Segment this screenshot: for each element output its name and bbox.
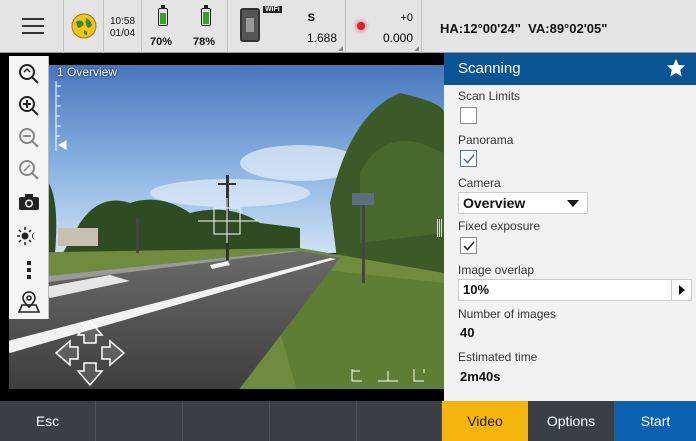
instrument-mode: S bbox=[307, 12, 315, 24]
coordinate-system-button[interactable] bbox=[64, 0, 104, 53]
check-icon bbox=[463, 154, 475, 164]
target-status[interactable]: +0 0.000 bbox=[346, 0, 422, 53]
camera-toolbar bbox=[9, 56, 49, 319]
instrument-status[interactable]: WiFi S 1.688 bbox=[228, 0, 346, 53]
zoom-to-fit-button[interactable] bbox=[9, 56, 49, 92]
panel-resize-handle[interactable] bbox=[437, 219, 442, 237]
corner-indicator bbox=[414, 46, 419, 51]
angle-readout: HA:12°00'24" VA:89°02'05" bbox=[440, 21, 608, 36]
bottom-action-bar: Esc Video Options Start bbox=[0, 401, 696, 441]
zoom-to-fit-icon bbox=[19, 64, 39, 84]
red-dot-target-icon bbox=[357, 22, 365, 30]
fixed-exposure-label: Fixed exposure bbox=[458, 219, 541, 233]
scan-limits-label: Scan Limits bbox=[458, 89, 521, 103]
panorama-label: Panorama bbox=[458, 133, 514, 147]
camera-select[interactable]: Overview bbox=[458, 192, 588, 214]
globe-icon bbox=[71, 13, 97, 39]
wifi-badge: WiFi bbox=[263, 6, 282, 13]
battery-1-percent: 70% bbox=[150, 36, 173, 48]
camera-label: Camera bbox=[458, 176, 501, 190]
corner-indicator bbox=[338, 46, 343, 51]
menu-button[interactable] bbox=[0, 0, 64, 53]
zoom-in-button[interactable] bbox=[9, 88, 49, 124]
image-overlap-label: Image overlap bbox=[458, 263, 535, 277]
dropdown-arrow-icon bbox=[567, 200, 579, 207]
battery-icon bbox=[158, 5, 168, 26]
zoom-out-button[interactable] bbox=[9, 120, 49, 156]
brightness-icon bbox=[17, 227, 36, 245]
number-of-images-label: Number of images bbox=[458, 307, 557, 321]
zoom-out-icon bbox=[19, 128, 39, 148]
scanning-panel: Scanning Scan Limits Panorama Camera Ove… bbox=[444, 53, 696, 401]
video-button[interactable]: Video bbox=[442, 401, 528, 441]
battery-icon bbox=[201, 5, 211, 26]
empty-softkey[interactable] bbox=[96, 401, 183, 441]
estimated-time-value: 2m40s bbox=[460, 369, 501, 384]
target-offset: +0 bbox=[400, 12, 413, 24]
image-overlap-field[interactable]: 10% bbox=[458, 279, 692, 301]
scan-limits-checkbox[interactable] bbox=[460, 107, 477, 124]
chevron-right-icon[interactable] bbox=[671, 280, 691, 300]
zoom-in-icon bbox=[19, 96, 39, 116]
battery-2[interactable]: 78% bbox=[188, 0, 228, 53]
hamburger-menu-icon bbox=[22, 18, 44, 34]
instrument-value: 1.688 bbox=[306, 31, 337, 45]
number-of-images-value: 40 bbox=[460, 325, 475, 340]
camera-button[interactable] bbox=[9, 184, 49, 220]
empty-softkey[interactable] bbox=[183, 401, 270, 441]
options-button[interactable]: Options bbox=[528, 401, 615, 441]
more-icon bbox=[27, 261, 31, 279]
battery-2-percent: 78% bbox=[193, 36, 216, 48]
total-station-icon bbox=[240, 8, 260, 42]
date-text: 01/04 bbox=[109, 28, 136, 39]
panel-title: Scanning bbox=[458, 60, 521, 77]
estimated-time-label: Estimated time bbox=[458, 350, 538, 364]
image-overlap-value: 10% bbox=[463, 282, 490, 297]
start-button[interactable]: Start bbox=[615, 401, 696, 441]
brightness-button[interactable] bbox=[9, 218, 49, 254]
status-bar: 10:58 01/04 70% 78% WiFi S 1.688 +0 0.00… bbox=[0, 0, 696, 53]
check-icon bbox=[463, 241, 475, 251]
camera-icon bbox=[19, 194, 39, 210]
panorama-checkbox[interactable] bbox=[460, 150, 477, 167]
fixed-exposure-checkbox[interactable] bbox=[460, 237, 477, 254]
esc-button[interactable]: Esc bbox=[0, 401, 96, 441]
target-value: 0.000 bbox=[382, 31, 413, 45]
battery-1[interactable]: 70% bbox=[142, 0, 188, 53]
camera-select-value: Overview bbox=[463, 195, 526, 211]
empty-softkey[interactable] bbox=[357, 401, 442, 441]
more-button[interactable] bbox=[9, 252, 49, 288]
view-label: 1 Overview bbox=[57, 65, 118, 79]
time-text: 10:58 bbox=[109, 16, 136, 27]
camera-image bbox=[0, 53, 444, 401]
camera-view[interactable]: 1 Overview bbox=[0, 53, 444, 401]
map-pin-icon bbox=[17, 291, 41, 313]
date-time: 10:58 01/04 bbox=[104, 0, 142, 53]
zoom-reset-button[interactable] bbox=[9, 152, 49, 188]
zoom-reset-icon bbox=[19, 160, 39, 180]
favorite-star-icon[interactable] bbox=[666, 58, 686, 78]
panel-header: Scanning bbox=[444, 53, 696, 85]
empty-softkey[interactable] bbox=[270, 401, 357, 441]
map-pin-button[interactable] bbox=[9, 284, 49, 320]
